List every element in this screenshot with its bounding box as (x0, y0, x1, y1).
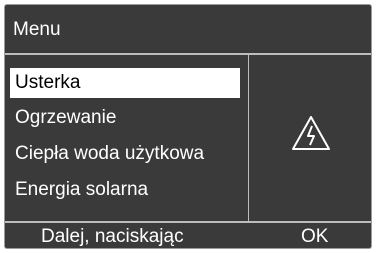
menu-title: Menu (5, 5, 371, 55)
warning-high-voltage-icon (292, 116, 330, 150)
menu-item-ciepla-woda[interactable]: Ciepła woda użytkowa (10, 139, 240, 169)
display-screen: Menu Usterka Ogrzewanie Ciepła woda użyt… (4, 4, 372, 249)
warning-panel (249, 55, 371, 221)
menu-item-usterka[interactable]: Usterka (10, 68, 240, 98)
menu-item-energia-solarna[interactable]: Energia solarna (10, 175, 240, 205)
menu-item-ogrzewanie[interactable]: Ogrzewanie (10, 103, 240, 133)
footer-bar: Dalej, naciskając OK (5, 221, 371, 248)
ok-button[interactable]: OK (301, 223, 328, 248)
menu-list: Usterka Ogrzewanie Ciepła woda użytkowa … (5, 55, 248, 221)
footer-hint: Dalej, naciskając (41, 226, 184, 247)
